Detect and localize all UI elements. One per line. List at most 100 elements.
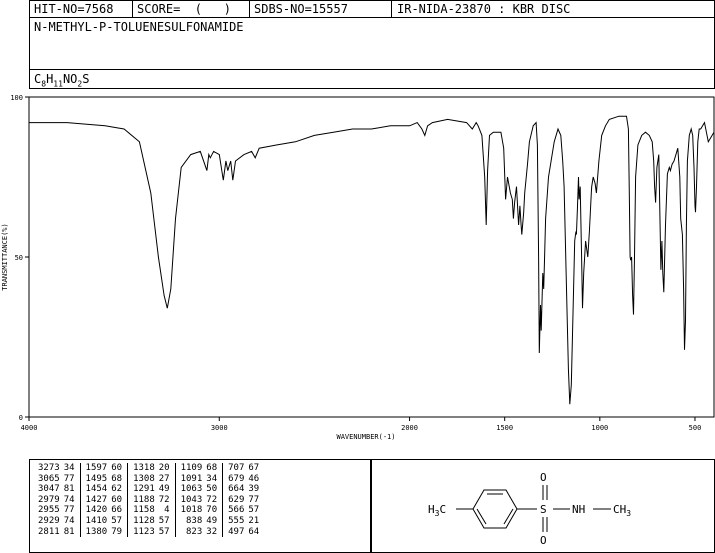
peak-transmittance: 70 [206,505,218,516]
peak-row: 3047 81 1454 62 1291 49 1063 50 664 39 [33,484,264,495]
peak-transmittance: 50 [206,484,218,495]
peak-wavenumber: 1318 [127,463,157,474]
peak-wavenumber: 1495 [79,473,110,485]
peak-transmittance: 34 [63,463,75,473]
peak-transmittance: 21 [248,515,260,526]
peak-wavenumber: 1128 [127,515,157,527]
peak-wavenumber: 629 [222,494,247,506]
peak-wavenumber: 1410 [79,515,110,527]
y-tick-label: 0 [19,414,23,422]
y-axis-label: TRANSMITTANCE(%) [1,223,9,290]
oxygen-top: O [540,471,547,484]
peak-transmittance: 20 [158,463,170,473]
peak-transmittance: 57 [158,515,170,526]
peak-wavenumber: 823 [174,526,205,538]
peak-wavenumber: 2929 [38,515,60,526]
peak-wavenumber: 1043 [174,494,205,506]
peak-wavenumber: 1454 [79,484,110,495]
y-tick-label: 100 [10,94,23,102]
peak-row: 2811 81 1380 79 1123 57 823 32 497 64 [33,526,264,538]
ir-spectrum-chart: 4000 3000 2000 1500 1000 500 0 50 100 WAVENUMBER… [1,94,715,441]
peak-row: 2979 74 1427 60 1188 72 1043 72 629 77 [33,494,264,506]
peak-wavenumber: 1291 [127,484,157,495]
peak-transmittance: 60 [111,463,123,473]
ring-double-bond-2 [476,508,487,525]
x-tick-label: 4000 [21,424,38,432]
peak-wavenumber: 2979 [38,494,60,505]
peak-transmittance: 68 [111,473,123,484]
peak-wavenumber: 664 [222,484,247,495]
peak-table: 3273 34 1597 60 1318 20 1109 68 707 67 3065 77 1495 6… [33,463,264,538]
x-tick-label: 1500 [496,424,513,432]
peak-transmittance: 77 [248,494,260,505]
peak-transmittance: 68 [206,463,218,473]
peak-transmittance: 39 [248,484,260,495]
peak-transmittance: 64 [248,526,260,537]
peak-transmittance: 72 [158,494,170,505]
peak-wavenumber: 3065 [38,473,60,484]
peak-transmittance: 32 [206,526,218,537]
peak-transmittance: 67 [248,463,260,473]
peak-row: 3065 77 1495 68 1308 27 1091 34 679 46 [33,473,264,485]
peak-row: 3273 34 1597 60 1318 20 1109 68 707 67 [33,463,264,474]
peak-transmittance: 34 [206,473,218,484]
peak-wavenumber: 1109 [174,463,205,474]
peak-row: 2955 77 1420 66 1158 4 1018 70 566 57 [33,505,264,516]
chemical-structure: H3C S O O NH CH3 [428,471,631,547]
x-tick-label: 500 [689,424,702,432]
x-axis-label: WAVENUMBER(-1) [336,433,395,441]
peak-transmittance: 77 [63,505,75,516]
x-tick-label: 1000 [591,424,608,432]
peak-transmittance: 49 [158,484,170,495]
peak-wavenumber: 838 [174,515,205,527]
peak-transmittance: 81 [63,526,75,537]
peak-wavenumber: 566 [222,505,247,516]
peak-transmittance: 77 [63,473,75,484]
sulfur-atom: S [540,503,547,516]
peak-transmittance: 57 [158,526,170,537]
peak-transmittance: 4 [164,505,170,516]
peak-wavenumber: 679 [222,473,247,485]
peak-wavenumber: 1091 [174,473,205,485]
peak-transmittance: 81 [63,484,75,495]
ring-double-bond-3 [503,508,514,525]
peak-transmittance: 79 [111,526,123,537]
peak-transmittance: 27 [158,473,170,484]
methyl-right: CH3 [613,503,631,518]
peak-transmittance: 74 [63,515,75,526]
peak-wavenumber: 1308 [127,473,157,485]
peak-transmittance: 74 [63,494,75,505]
peak-row: 2929 74 1410 57 1128 57 838 49 555 21 [33,515,264,527]
peak-wavenumber: 1427 [79,494,110,506]
peak-wavenumber: 1188 [127,494,157,506]
peak-wavenumber: 1018 [174,505,205,516]
spectrum-line [29,115,715,405]
x-tick-label: 3000 [211,424,228,432]
peak-wavenumber: 1063 [174,484,205,495]
peak-wavenumber: 1380 [79,526,110,538]
benzene-ring [472,489,518,529]
peak-wavenumber: 2955 [38,505,60,516]
peak-wavenumber: 707 [222,463,247,474]
axis-ticks: 4000 3000 2000 1500 1000 500 0 50 100 [10,94,701,432]
methyl-left: H3C [428,503,446,518]
peak-transmittance: 57 [111,515,123,526]
peak-wavenumber: 3047 [38,484,60,495]
y-tick-label: 50 [15,254,23,262]
peak-wavenumber: 555 [222,515,247,527]
peak-transmittance: 66 [111,505,123,516]
peak-transmittance: 62 [111,484,123,495]
x-tick-label: 2000 [401,424,418,432]
peak-wavenumber: 3273 [38,463,60,473]
peak-transmittance: 57 [248,505,260,516]
peak-wavenumber: 497 [222,526,247,538]
peak-transmittance: 60 [111,494,123,505]
nh-group: NH [572,503,585,516]
peak-wavenumber: 1597 [79,463,110,474]
peak-wavenumber: 2811 [38,526,60,537]
plot-frame [28,96,715,418]
peak-transmittance: 49 [206,515,218,526]
peak-wavenumber: 1123 [127,526,157,538]
peak-transmittance: 72 [206,494,218,505]
peak-wavenumber: 1158 [127,505,157,516]
